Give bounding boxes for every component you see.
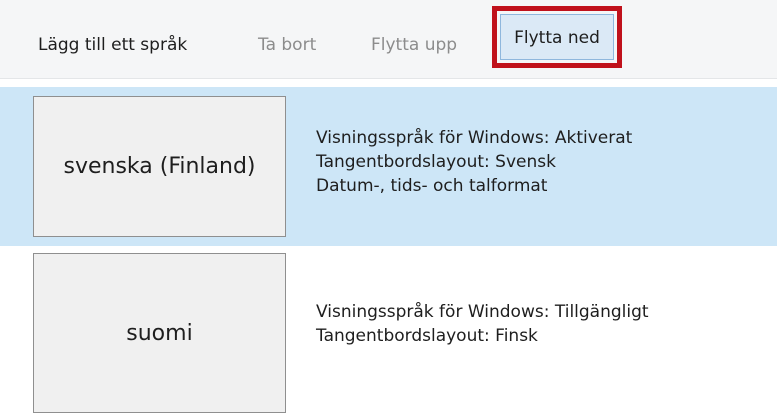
move-down-button[interactable]: Flytta ned: [492, 6, 622, 68]
language-tile: svenska (Finland): [33, 96, 286, 237]
toolbar: Lägg till ett språk Ta bort Flytta upp F…: [0, 0, 777, 79]
language-details: Visningsspråk för Windows: Tillgängligt …: [316, 300, 649, 348]
language-row-svenska[interactable]: svenska (Finland) Visningsspråk för Wind…: [0, 87, 777, 246]
date-time-number-format: Datum-, tids- och talformat: [316, 176, 548, 196]
keyboard-layout: Tangentbordslayout: Svensk: [316, 152, 556, 172]
language-details: Visningsspråk för Windows: Aktiverat Tan…: [316, 126, 632, 198]
move-up-button[interactable]: Flytta upp: [371, 30, 457, 60]
add-language-button[interactable]: Lägg till ett språk: [38, 30, 187, 60]
display-language-status: Visningsspråk för Windows: Tillgängligt: [316, 302, 649, 322]
language-tile: suomi: [33, 253, 286, 413]
keyboard-layout: Tangentbordslayout: Finsk: [316, 326, 538, 346]
language-row-suomi[interactable]: suomi Visningsspråk för Windows: Tillgän…: [0, 246, 777, 413]
display-language-status: Visningsspråk för Windows: Aktiverat: [316, 128, 633, 148]
remove-button[interactable]: Ta bort: [258, 30, 316, 60]
